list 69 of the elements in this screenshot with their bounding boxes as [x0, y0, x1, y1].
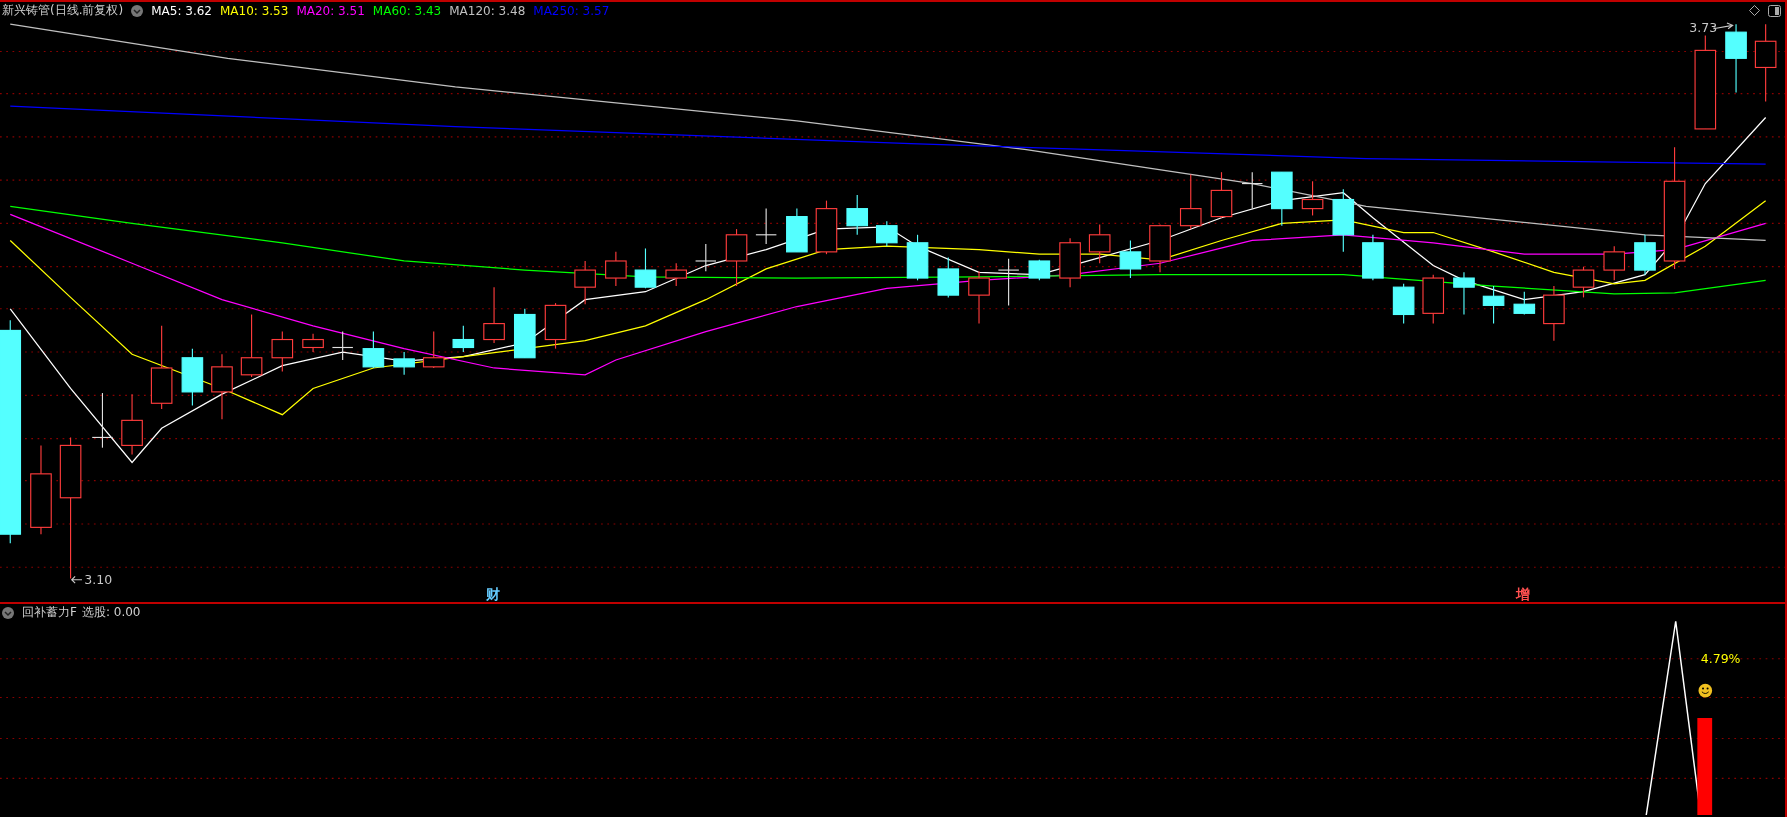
candlestick	[755, 208, 777, 245]
candlestick	[1301, 180, 1324, 216]
event-marker: 增	[1516, 586, 1531, 602]
candlestick	[665, 262, 688, 287]
percent-label: 4.79%	[1700, 651, 1741, 667]
candlestick	[302, 333, 324, 353]
candlestick	[1179, 173, 1202, 230]
candlestick	[906, 234, 929, 281]
candlestick	[695, 243, 717, 272]
ma-legend-label: MA20: 3.51	[296, 3, 365, 18]
candlestick	[846, 194, 869, 236]
candlestick	[211, 353, 233, 420]
candlestick	[1088, 224, 1111, 264]
candlestick	[634, 247, 657, 289]
chart-title: 新兴铸管(日线.前复权)	[2, 2, 124, 19]
panel-toggle-icon[interactable]	[1768, 4, 1781, 17]
candlestick	[271, 331, 294, 372]
candlestick	[1149, 224, 1171, 273]
candlestick	[1725, 23, 1747, 94]
candlestick	[91, 392, 114, 449]
candlestick	[240, 313, 263, 378]
candlestick	[1482, 285, 1505, 325]
candlestick	[422, 331, 445, 369]
ma-legend-label: MA5: 3.62	[151, 3, 212, 18]
dropdown-icon[interactable]	[2, 606, 14, 619]
candlestick	[1572, 266, 1595, 298]
candlestick	[1210, 171, 1233, 219]
candlestick	[121, 393, 143, 456]
candlestick	[1332, 188, 1355, 253]
ma-legend-label: MA60: 3.43	[372, 3, 442, 18]
candlestick	[968, 270, 990, 325]
dropdown-icon[interactable]	[131, 4, 144, 17]
candlestick	[1543, 285, 1565, 342]
ma-legend-label: MA250: 3.57	[533, 3, 610, 18]
candlestick	[1362, 234, 1384, 281]
ma-legend-label: MA10: 3.53	[219, 3, 289, 18]
candlestick	[1059, 237, 1081, 288]
candlestick	[1422, 274, 1445, 325]
candlestick	[483, 286, 505, 344]
candlestick	[815, 200, 838, 255]
candlestick	[181, 348, 204, 407]
candlestick	[513, 308, 536, 359]
candlestick	[1241, 171, 1264, 210]
candlestick	[725, 228, 748, 287]
candlestick	[997, 258, 1020, 306]
candlestick	[937, 257, 960, 298]
candlestick	[452, 325, 475, 353]
event-marker: 财	[486, 586, 501, 602]
candlestick	[362, 331, 385, 369]
candlestick	[876, 220, 898, 247]
candlestick	[544, 302, 567, 350]
candlestick	[1603, 245, 1626, 281]
diamond-icon[interactable]	[1749, 5, 1760, 16]
candlestick	[605, 251, 627, 287]
indicator-reading: 选股: 0.00	[81, 604, 141, 621]
candlestick	[574, 260, 596, 305]
candlestick	[393, 351, 415, 376]
candlestick	[1634, 234, 1656, 276]
candlestick	[331, 331, 354, 361]
candlestick	[1271, 171, 1293, 227]
ma-legend-label: MA120: 3.48	[449, 3, 526, 18]
candlestick	[786, 208, 808, 253]
candlestick	[1453, 271, 1475, 316]
candlestick	[1513, 291, 1536, 316]
candlestick	[1119, 239, 1142, 279]
candlestick	[1028, 259, 1051, 281]
indicator-name: 回补蓄力F	[22, 604, 77, 621]
candlestick	[1392, 283, 1415, 325]
smiley-icon	[1698, 683, 1713, 698]
